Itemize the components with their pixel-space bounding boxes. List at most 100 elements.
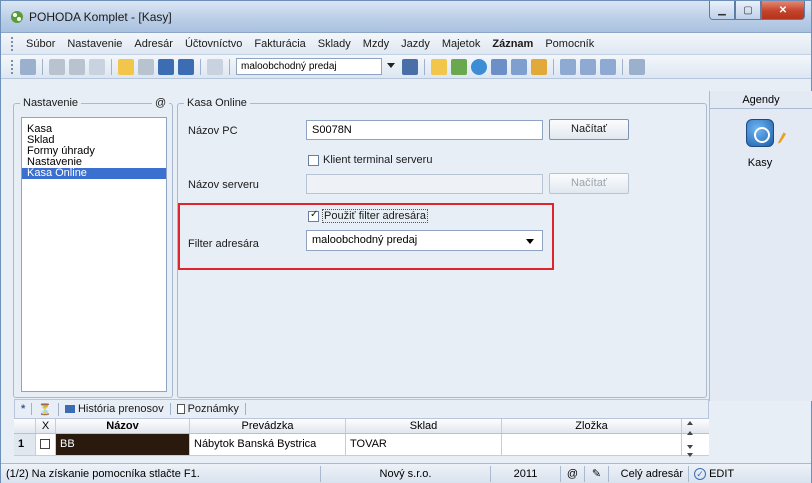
status-mode-label: EDIT <box>709 467 735 480</box>
chevron-down-icon[interactable] <box>387 63 395 68</box>
menu-subor[interactable]: Súbor <box>20 38 61 50</box>
maximize-button[interactable]: ▢ <box>735 1 761 20</box>
row-nazov[interactable]: BB <box>56 434 190 455</box>
tab-history[interactable]: História prenosov <box>59 403 171 415</box>
grid-scrollbar[interactable] <box>685 419 695 459</box>
copy-icon[interactable] <box>178 58 194 75</box>
kasy-agenda-icon[interactable] <box>746 119 774 147</box>
notes-tab-icon <box>176 404 185 414</box>
pencil-icon <box>778 132 786 144</box>
agenda-icon[interactable] <box>431 58 447 75</box>
menu-nastavenie[interactable]: Nastavenie <box>61 38 128 50</box>
menu-uctovnictvo[interactable]: Účtovníctvo <box>179 38 248 50</box>
nastavenie-legend: Nastavenie <box>20 97 82 109</box>
tab-notes-label: Poznámky <box>187 403 239 415</box>
status-company: Nový s.r.o. <box>321 465 491 482</box>
minimize-button[interactable]: ▁ <box>709 1 735 20</box>
row-zlozka[interactable] <box>502 434 682 455</box>
calendar-icon[interactable] <box>491 58 507 75</box>
bottom-tabs: * ⏳ História prenosov Poznámky <box>14 399 709 419</box>
filter-icon[interactable] <box>402 58 418 75</box>
save-icon[interactable] <box>158 58 174 75</box>
menu-sklady[interactable]: Sklady <box>312 38 357 50</box>
print-icon[interactable] <box>69 58 85 75</box>
title-bar: POHODA Komplet - [Kasy] ▁ ▢ ✕ <box>1 1 811 33</box>
users-icon[interactable] <box>531 58 547 75</box>
use-filter-label: Použiť filter adresára <box>322 209 428 223</box>
menu-pomocnik[interactable]: Pomocník <box>539 38 600 50</box>
row-sklad[interactable]: TOVAR <box>346 434 502 455</box>
close-button[interactable]: ✕ <box>761 1 805 20</box>
history-tab-icon <box>64 405 75 413</box>
load-server-button[interactable]: Načítať <box>549 173 629 194</box>
chevron-down-icon[interactable] <box>526 239 534 244</box>
attach-icon[interactable] <box>207 58 223 75</box>
preview-icon[interactable] <box>89 58 105 75</box>
data-icon[interactable] <box>20 58 36 75</box>
window-title: POHODA Komplet - [Kasy] <box>29 10 172 24</box>
server-name-field[interactable] <box>306 174 543 194</box>
scroll-arrows-icon[interactable] <box>685 419 695 459</box>
menu-jazdy[interactable]: Jazdy <box>395 38 436 50</box>
agendy-title: Agendy <box>710 91 812 109</box>
row-number: 1 <box>14 434 36 455</box>
menu-zaznam[interactable]: Záznam <box>486 38 539 50</box>
new-record-icon[interactable] <box>118 58 134 75</box>
kasy-agenda-label[interactable]: Kasy <box>710 157 810 169</box>
nastavenie-at-icon: @ <box>152 97 170 109</box>
status-address-scope: Celý adresár <box>609 465 689 482</box>
menu-majetok[interactable]: Majetok <box>436 38 487 50</box>
toolbar-grip <box>11 59 14 74</box>
tab-notes[interactable]: Poznámky <box>171 403 246 415</box>
pencil-icon[interactable] <box>451 58 467 75</box>
edit-icon[interactable] <box>138 58 154 75</box>
column-zlozka-header[interactable]: Zložka <box>502 419 682 433</box>
column-prevadzka-header[interactable]: Prevádzka <box>190 419 346 433</box>
toolbar-separator <box>111 58 112 75</box>
pc-name-label: Názov PC <box>188 125 238 137</box>
row-prevadzka[interactable]: Nábytok Banská Bystrica <box>190 434 346 455</box>
column-x-header[interactable]: X <box>36 419 56 433</box>
column-sklad-header[interactable]: Sklad <box>346 419 502 433</box>
menu-mzdy[interactable]: Mzdy <box>357 38 395 50</box>
menu-adresar[interactable]: Adresár <box>128 38 179 50</box>
calculator-icon[interactable] <box>511 58 527 75</box>
list-icon[interactable] <box>600 58 616 75</box>
use-filter-checkbox[interactable] <box>308 209 319 222</box>
tab-asterisk[interactable]: * <box>15 403 33 415</box>
application-window: POHODA Komplet - [Kasy] ▁ ▢ ✕ Súbor Nast… <box>0 0 812 483</box>
status-year: 2011 <box>491 465 561 482</box>
filter-address-value: maloobchodný predaj <box>312 234 418 246</box>
tab-history-label: História prenosov <box>77 403 164 415</box>
menu-grip <box>11 36 14 51</box>
filter-address-select[interactable]: maloobchodný predaj <box>306 230 543 251</box>
app-logo-icon <box>11 11 23 23</box>
load-pc-button[interactable]: Načítať <box>549 119 629 140</box>
server-name-label: Názov serveru <box>188 179 259 191</box>
terminal-server-checkbox[interactable] <box>308 155 319 166</box>
toolbar-separator <box>200 58 201 75</box>
toolbar-separator <box>553 58 554 75</box>
table-row[interactable]: 1 BB Nábytok Banská Bystrica TOVAR <box>14 434 709 456</box>
menu-bar: Súbor Nastavenie Adresár Účtovníctvo Fak… <box>1 33 811 55</box>
row-number-header <box>14 419 36 433</box>
globe-icon[interactable] <box>471 58 487 75</box>
lock-icon[interactable] <box>49 58 65 75</box>
status-at: @ <box>561 465 585 482</box>
terminal-server-label: Klient terminal serveru <box>323 154 433 166</box>
row-checkbox[interactable] <box>40 439 50 449</box>
column-nazov-header[interactable]: Názov <box>56 419 190 433</box>
toolbar-separator <box>424 58 425 75</box>
list-icon[interactable] <box>560 58 576 75</box>
help-icon[interactable] <box>629 58 645 75</box>
toolbar-filter-select[interactable]: maloobchodný predaj <box>236 58 395 75</box>
list-item-kasa-online[interactable]: Kasa Online <box>22 168 166 179</box>
status-bar: (1/2) Na získanie pomocníka stlačte F1. … <box>1 463 811 483</box>
menu-fakturacia[interactable]: Fakturácia <box>248 38 311 50</box>
pc-name-field[interactable]: S0078N <box>306 120 543 140</box>
status-help-text: (1/2) Na získanie pomocníka stlačte F1. <box>1 465 321 482</box>
row-checkbox-cell[interactable] <box>36 434 56 455</box>
list-icon[interactable] <box>580 58 596 75</box>
nastavenie-list[interactable]: Kasa Sklad Formy úhrady Nastavenie Kasa … <box>21 117 167 392</box>
filter-tab-icon[interactable]: ⏳ <box>32 402 59 416</box>
